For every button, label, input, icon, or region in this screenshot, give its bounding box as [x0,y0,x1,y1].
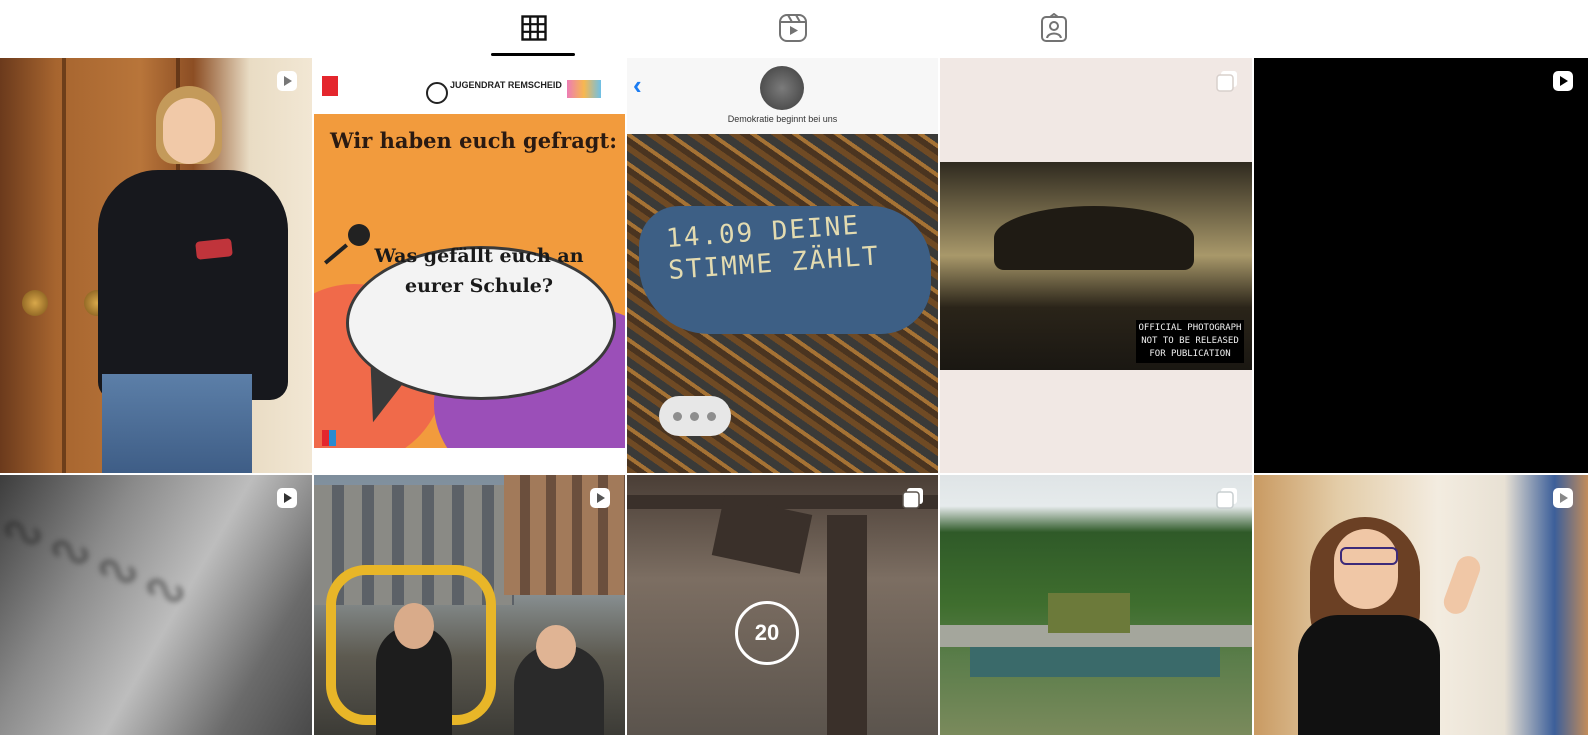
post-tile-office-speaker[interactable] [1254,475,1588,735]
door-panel-line [62,58,66,473]
profile-tab-bar [0,0,1588,58]
post-tile-black-video[interactable] [1254,58,1588,473]
post-tile-hoodie-portrait[interactable] [0,58,312,473]
reel-badge-icon [1553,488,1573,508]
speaker-glasses [1340,547,1398,565]
tab-tagged[interactable] [994,0,1114,56]
ceiling-beam [627,495,938,509]
tab-reels[interactable] [733,0,853,56]
door-knob [22,290,48,316]
blurred-text-shape: ∾∾∾∾ [0,493,205,629]
partner-logo [567,80,601,98]
reel-badge-icon [277,71,297,91]
post-tile-blurred-text[interactable]: ∾∾∾∾ [0,475,312,735]
typing-indicator [659,396,731,436]
carousel-badge-icon [1216,71,1237,92]
typing-dot [690,412,699,421]
diving-tower [1048,593,1130,633]
chat-title: Demokratie beginnt bei uns [727,114,838,124]
post-tile-survey-poster[interactable]: JUGENDRAT REMSCHEID Wir haben euch gefra… [314,58,625,473]
chat-topbar: ‹ Demokratie beginnt bei uns [627,58,938,134]
person-face [163,98,215,164]
support-pillar [827,515,867,735]
active-tab-indicator [491,53,575,56]
caritas-logo [322,76,338,96]
typing-dot [673,412,682,421]
pool-water [970,647,1220,677]
hoodie-logo [195,238,233,260]
interviewee-head [536,625,576,669]
person-hoodie [98,170,288,400]
speaker-hand [1440,552,1484,618]
grid-icon [521,15,547,41]
poster-heading: Wir haben euch gefragt: [330,128,617,153]
poster-org-name: JUGENDRAT REMSCHEID [450,80,562,90]
group-avatar [760,66,804,110]
post-tile-outdoor-pool[interactable] [940,475,1252,735]
poster-header: JUGENDRAT REMSCHEID [314,58,625,114]
reels-icon [779,14,807,42]
post-tile-industrial-interior[interactable]: 20 [627,475,938,735]
archival-mound [994,206,1194,270]
speaker-face [1334,529,1398,609]
post-tile-archive-photo[interactable]: OFFICIAL PHOTOGRAPH NOT TO BE RELEASED F… [940,58,1252,473]
microphone-handle [323,243,349,265]
post-tile-street-interview[interactable] [314,475,625,735]
typing-dot [707,412,716,421]
archival-stamp-text: OFFICIAL PHOTOGRAPH NOT TO BE RELEASED F… [1136,320,1244,363]
reel-badge-icon [277,488,297,508]
posts-grid: JUGENDRAT REMSCHEID Wir haben euch gefra… [0,58,1588,735]
interviewer-head [394,603,434,649]
integrationszentrum-logo [322,430,336,446]
post-tile-chat-screenshot[interactable]: ‹ Demokratie beginnt bei uns 14.09 DEINE… [627,58,938,473]
carousel-badge-icon [902,488,923,509]
reel-badge-icon [1553,71,1573,91]
reel-badge-icon [590,488,610,508]
poster-question: Was gefällt euch an eurer Schule? [374,245,584,297]
tagged-user-icon [1041,13,1067,42]
timer-overlay: 20 [735,601,799,665]
back-chevron-icon: ‹ [633,70,642,100]
carousel-badge-icon [1216,488,1237,509]
speaker-top [1298,615,1440,735]
jugendrat-logo [426,82,448,104]
tab-posts-grid[interactable] [474,0,594,56]
person-jeans [102,374,252,473]
poster-footer [314,448,625,473]
